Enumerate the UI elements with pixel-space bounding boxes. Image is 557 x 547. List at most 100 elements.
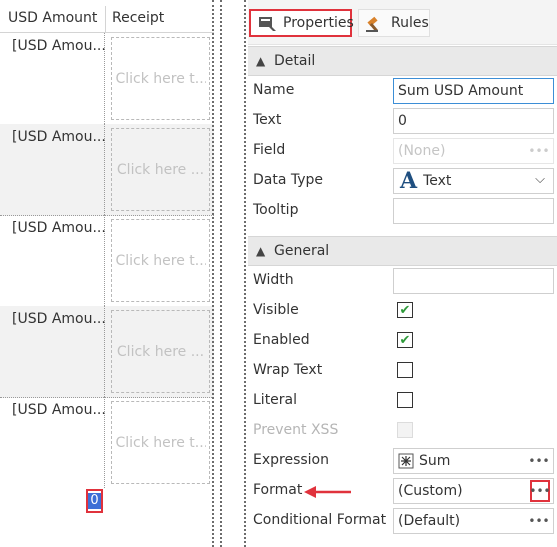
grid-footer-row: 0 [0,488,214,547]
datatype-dropdown[interactable]: A Text ⌵ [393,168,554,194]
receipt-placeholder: Click here t... [115,252,206,269]
width-input[interactable] [393,268,554,294]
form-grid: USD Amount Receipt [USD Amou... Click he… [0,0,214,547]
sum-total-control[interactable]: 0 [86,489,103,513]
usd-amount-control: [USD Amou... [12,129,106,145]
usd-amount-control: [USD Amou... [12,402,106,418]
tab-properties[interactable]: Properties [249,9,354,37]
receipt-attachment[interactable]: Click here t... [111,401,210,484]
expression-selector[interactable]: Sum ••• [393,448,554,474]
splitter-left[interactable] [212,0,216,547]
prop-row-expression: Expression Sum ••• [248,446,557,476]
sigma-icon [398,453,414,469]
receipt-placeholder: Click here ... [116,161,205,178]
usd-amount-cell[interactable]: [USD Amou... [0,397,106,488]
prop-row-literal: Literal [248,386,557,416]
table-row: [USD Amou... Click here ... [0,306,214,398]
receipt-placeholder: Click here t... [115,70,206,87]
name-input[interactable]: Sum USD Amount [393,78,554,104]
chevron-down-icon: ⌵ [535,172,545,187]
receipt-placeholder: Click here ... [116,343,205,360]
field-value: (None) [398,143,446,159]
literal-checkbox[interactable] [397,392,413,408]
tooltip-input[interactable] [393,198,554,224]
column-header-usd-amount[interactable]: USD Amount [8,10,97,26]
usd-amount-cell[interactable]: [USD Amou... [0,215,106,306]
ellipsis-icon: ••• [528,144,550,158]
chevron-up-icon: ▲ [256,54,266,68]
properties-panel: Properties Rules ▲ Detail Name Sum USD A… [248,0,557,547]
tab-rules-label: Rules [391,15,429,31]
preventxss-checkbox [397,422,413,438]
prop-label-enabled: Enabled [253,332,310,348]
prop-label-width: Width [253,272,294,288]
receipt-placeholder: Click here t... [115,434,206,451]
usd-amount-cell[interactable]: [USD Amou... [0,33,106,124]
field-selector: (None) ••• [393,138,554,164]
receipt-attachment[interactable]: Click here t... [111,37,210,120]
prop-row-enabled: Enabled ✔ [248,326,557,356]
table-row: [USD Amou... Click here t... [0,215,214,307]
prop-label-literal: Literal [253,392,298,408]
receipt-attachment[interactable]: Click here ... [111,128,210,211]
grid-header: USD Amount Receipt [0,6,214,33]
prop-row-width: Width [248,266,557,296]
tab-properties-label: Properties [283,15,354,31]
prop-row-tooltip: Tooltip [248,196,557,226]
column-header-receipt[interactable]: Receipt [112,10,164,26]
usd-amount-cell[interactable]: [USD Amou... [0,306,106,397]
splitter-handle[interactable] [220,0,224,547]
prop-label-condformat: Conditional Format [253,512,387,528]
prop-label-tooltip: Tooltip [253,202,299,218]
expression-value: Sum [419,453,451,469]
prop-row-text: Text 0 [248,106,557,136]
visible-checkbox[interactable]: ✔ [397,302,413,318]
prop-row-field: Field (None) ••• [248,136,557,166]
text-input[interactable]: 0 [393,108,554,134]
prop-row-visible: Visible ✔ [248,296,557,326]
receipt-attachment[interactable]: Click here t... [111,219,210,302]
receipt-attachment[interactable]: Click here ... [111,310,210,393]
checkmark-icon: ✔ [399,332,411,348]
prop-row-datatype: Data Type A Text ⌵ [248,166,557,196]
table-row: [USD Amou... Click here t... [0,33,214,125]
sum-total-value: 0 [88,493,101,509]
wraptext-checkbox[interactable] [397,362,413,378]
prop-label-text: Text [253,112,282,128]
prop-label-visible: Visible [253,302,299,318]
table-row: [USD Amou... Click here ... [0,124,214,216]
prop-row-format: Format (Custom) ••• [248,476,557,506]
prop-label-format: Format [253,482,303,498]
panel-tab-bar: Properties Rules [248,0,557,45]
ellipsis-icon[interactable]: ••• [529,480,551,502]
usd-amount-cell[interactable]: [USD Amou... [0,124,106,215]
properties-icon [257,13,277,33]
section-title-detail: Detail [274,53,316,69]
format-selector[interactable]: (Custom) ••• [393,478,554,504]
red-arrow-annotation [304,486,351,498]
ellipsis-icon[interactable]: ••• [528,451,549,471]
prop-label-field: Field [253,142,286,158]
section-title-general: General [274,243,330,259]
condformat-value: (Default) [398,513,461,529]
section-header-detail[interactable]: ▲ Detail [248,46,557,76]
prop-label-expression: Expression [253,452,329,468]
datatype-value: Text [423,173,452,189]
column-divider [105,6,106,32]
prop-row-wraptext: Wrap Text [248,356,557,386]
section-header-general[interactable]: ▲ General [248,236,557,266]
usd-amount-control: [USD Amou... [12,311,106,327]
enabled-checkbox[interactable]: ✔ [397,332,413,348]
prop-label-datatype: Data Type [253,172,324,188]
format-value: (Custom) [398,483,463,499]
tab-rules[interactable]: Rules [358,9,430,37]
usd-amount-control: [USD Amou... [12,38,106,54]
prop-row-condformat: Conditional Format (Default) ••• [248,506,557,536]
ellipsis-icon[interactable]: ••• [528,511,549,531]
usd-amount-control: [USD Amou... [12,220,106,236]
table-row: [USD Amou... Click here t... [0,397,214,489]
condformat-selector[interactable]: (Default) ••• [393,508,554,534]
prop-label-name: Name [253,82,295,98]
checkmark-icon: ✔ [399,302,411,318]
gavel-icon [365,13,385,33]
